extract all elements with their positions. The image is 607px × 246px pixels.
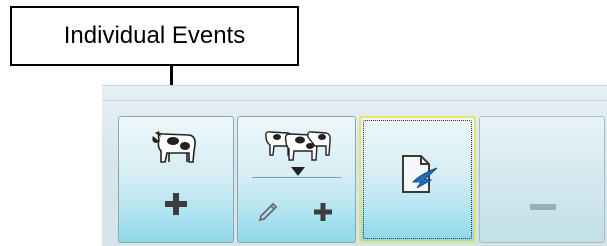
add-individual-event-button[interactable] [118, 116, 234, 243]
minus-icon [530, 204, 556, 210]
pencil-icon [258, 202, 278, 221]
group-events-button[interactable] [237, 116, 356, 243]
dropdown-arrow-icon [291, 167, 305, 176]
cows-group-icon [265, 131, 331, 161]
ribbon-divider [102, 100, 607, 101]
cow-icon [152, 131, 196, 163]
callout-label: Individual Events [63, 22, 246, 49]
button-separator [252, 177, 341, 178]
plus-icon [314, 203, 332, 221]
import-document-icon [402, 155, 438, 193]
toolbar-ribbon [102, 85, 607, 246]
import-document-button[interactable] [359, 116, 476, 243]
plus-icon [165, 193, 187, 215]
remove-button[interactable] [479, 116, 605, 243]
individual-events-callout: Individual Events [10, 6, 299, 66]
